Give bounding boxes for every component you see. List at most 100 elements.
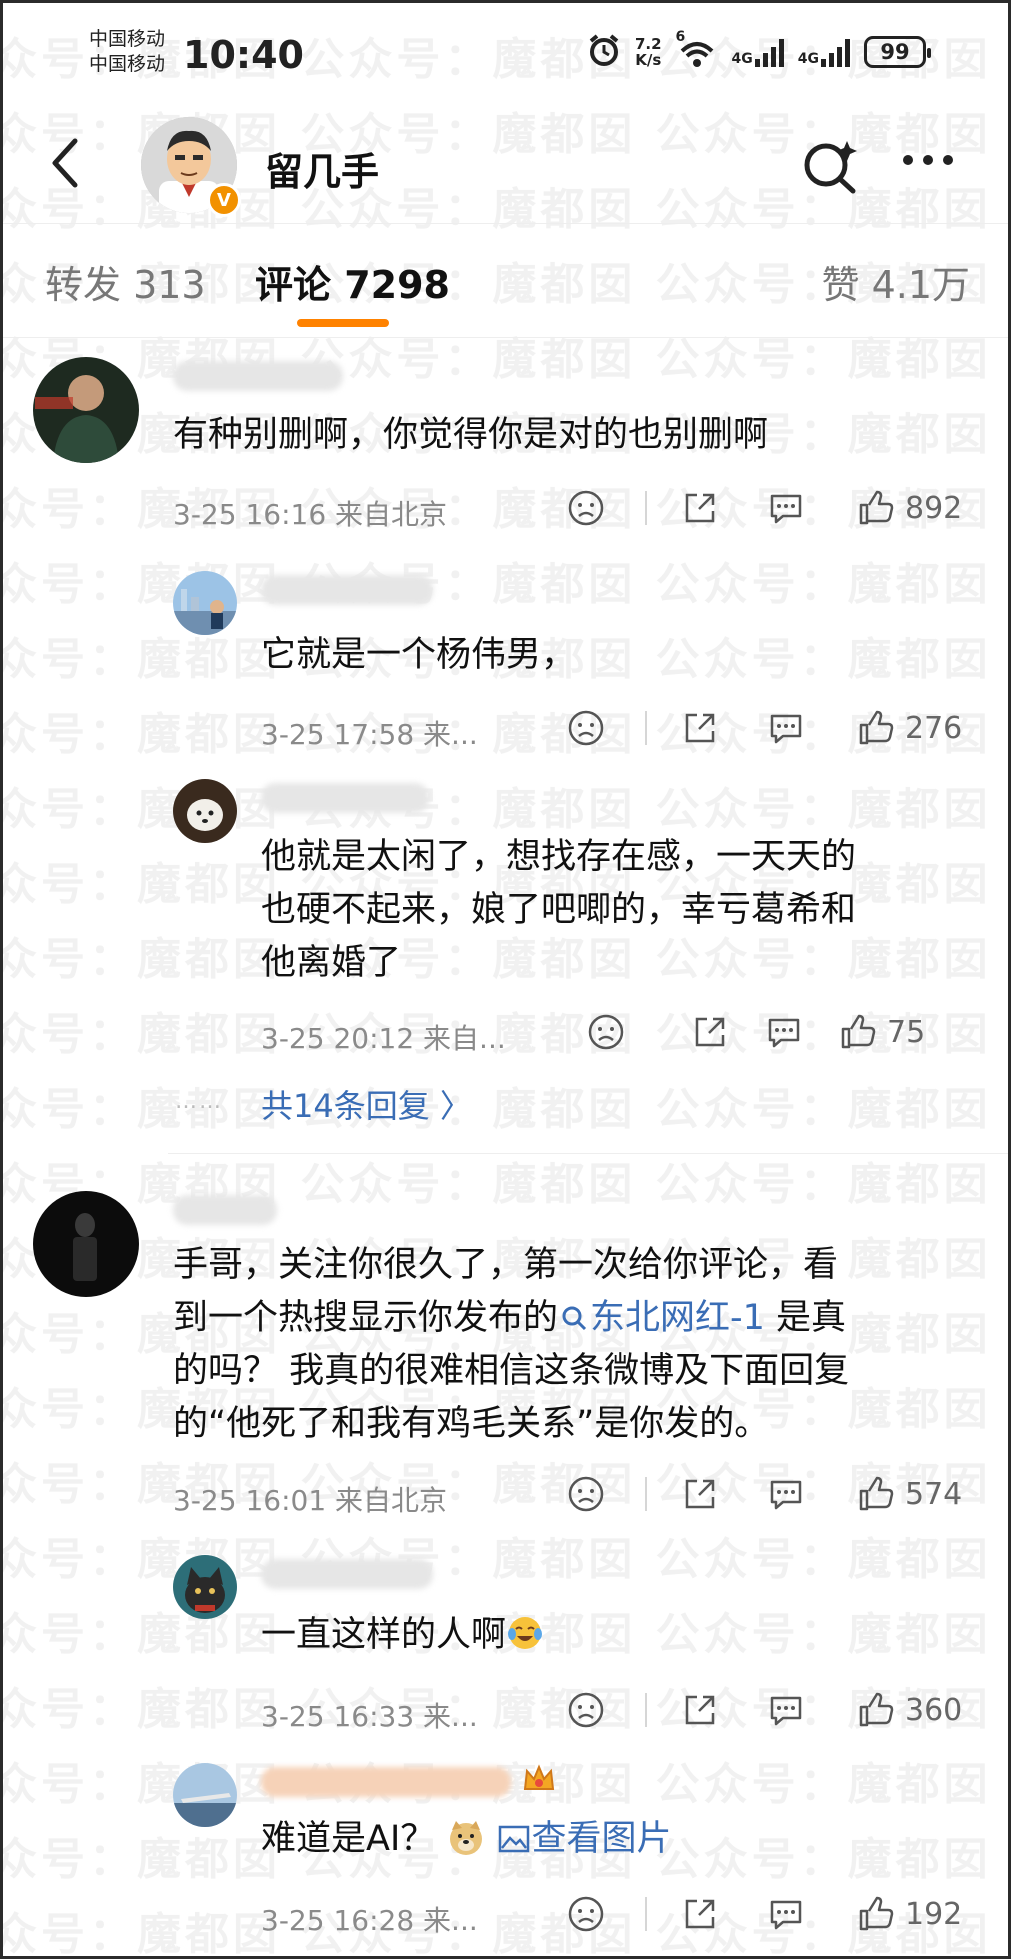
network-speed-unit: K/s — [635, 51, 662, 69]
reply-text: 难道是AI？ 查看图片 — [261, 1813, 672, 1866]
action-separator — [645, 711, 647, 745]
comment-bubble-icon — [770, 1480, 802, 1510]
reply-button[interactable] — [767, 489, 805, 527]
like-count: 75 — [887, 1014, 926, 1050]
view-more-replies-link[interactable]: 共14条回复 〉 — [261, 1081, 472, 1127]
action-separator — [645, 1897, 647, 1931]
comment-actions: 574 — [567, 1475, 962, 1513]
comment-meta: 3-25 16:01 来自北京 — [173, 1484, 448, 1517]
thumbs-up-icon — [859, 1692, 894, 1727]
dislike-button[interactable] — [567, 489, 605, 527]
reply-text-content: 一直这样的人啊 — [261, 1615, 507, 1655]
comment-text-line: 到一个热搜显示你发布的 东北网红-1 是真 — [173, 1292, 846, 1345]
reply-avatar[interactable] — [173, 1763, 237, 1827]
network-speed: 7.2 K/s — [635, 36, 662, 68]
search-button[interactable] — [799, 135, 861, 197]
share-button[interactable] — [681, 489, 719, 527]
dot-icon — [943, 155, 953, 165]
blurred-username — [261, 783, 429, 813]
verified-badge: V — [207, 183, 241, 217]
reply-text-line: 也硬不起来，娘了吧唧的，幸亏葛希和 — [261, 890, 857, 930]
like-count: 892 — [905, 490, 963, 526]
comment-divider — [168, 1153, 1008, 1154]
share-button[interactable] — [681, 1895, 719, 1933]
comment-bubble-icon — [770, 1696, 802, 1726]
photo-avatar-icon — [173, 779, 237, 843]
comment-text-segment: 是真 — [764, 1298, 847, 1338]
reply-button[interactable] — [767, 1895, 805, 1933]
reply-button[interactable] — [767, 1691, 805, 1729]
reply-avatar[interactable] — [173, 779, 237, 843]
signal-1-label: 4G — [731, 51, 753, 67]
reply-actions: 276 — [567, 709, 962, 747]
dislike-button[interactable] — [587, 1013, 625, 1051]
like-button[interactable] — [857, 1895, 895, 1933]
reply-meta: 3-25 17:58 来... — [261, 718, 478, 751]
like-button[interactable] — [839, 1013, 877, 1051]
crown-badge-icon — [519, 1759, 559, 1803]
reply-text: 它就是一个杨伟男， — [261, 635, 577, 675]
hot-search-link[interactable]: 东北网红-1 — [558, 1298, 765, 1338]
blurred-username — [173, 361, 343, 391]
image-icon — [498, 1825, 529, 1853]
dislike-button[interactable] — [567, 709, 605, 747]
reply-avatar[interactable] — [173, 571, 237, 635]
comment-text-segment: 到一个热搜显示你发布的 — [173, 1298, 559, 1338]
reply-meta: 3-25 16:33 来... — [261, 1700, 478, 1733]
dislike-button[interactable] — [567, 1475, 605, 1513]
commenter-avatar[interactable] — [33, 1191, 139, 1297]
user-avatar[interactable]: V — [141, 117, 241, 221]
like-button[interactable] — [857, 489, 895, 527]
thumbs-up-icon — [859, 490, 894, 525]
like-button[interactable] — [857, 709, 895, 747]
reply-button[interactable] — [765, 1013, 803, 1051]
carrier-1: 中国移动 — [89, 28, 166, 50]
dot-icon — [903, 155, 913, 165]
reply-button[interactable] — [767, 709, 805, 747]
reply-text-line: 他离婚了 — [261, 943, 402, 983]
share-button[interactable] — [691, 1013, 729, 1051]
blurred-username — [173, 1195, 277, 1225]
dislike-button[interactable] — [567, 1691, 605, 1729]
more-options-button[interactable] — [903, 155, 953, 165]
view-image-link[interactable]: 查看图片 — [498, 1819, 672, 1859]
watermark-text: 众号：魔都囡 公众号：魔都囡 公众号：魔都囡 公众号：魔都囡 — [0, 1159, 1008, 1210]
watermark-text: 众号：魔都囡 公众号：魔都囡 公众号：魔都囡 公众号：魔都囡 — [0, 1084, 1008, 1135]
blurred-username — [261, 1767, 511, 1797]
tab-reposts[interactable]: 转发 313 — [45, 254, 206, 309]
screen-frame: 众号：魔都囡 公众号：魔都囡 公众号：魔都囡 公众号：魔都囡 众号：魔都囡 公众… — [0, 0, 1011, 1959]
share-icon — [685, 713, 715, 743]
reply-text-line: 他就是太闲了，想找存在感，一天天的 — [261, 837, 857, 877]
comment-bubble-icon — [770, 1900, 802, 1930]
active-tab-indicator — [297, 319, 389, 327]
share-icon — [695, 1017, 725, 1047]
share-button[interactable] — [681, 1475, 719, 1513]
blurred-username — [261, 575, 433, 605]
share-icon — [685, 1899, 715, 1929]
share-button[interactable] — [681, 1691, 719, 1729]
sad-face-icon — [568, 1896, 604, 1932]
profile-username[interactable]: 留几手 — [265, 141, 379, 196]
photo-avatar-icon — [33, 357, 139, 463]
thumbs-up-icon — [859, 1896, 894, 1931]
photo-avatar-icon — [173, 571, 237, 635]
reply-button[interactable] — [767, 1475, 805, 1513]
photo-avatar-icon — [173, 1763, 237, 1827]
like-button[interactable] — [857, 1475, 895, 1513]
tab-likes[interactable]: 赞 4.1万 — [821, 254, 970, 309]
share-button[interactable] — [681, 709, 719, 747]
doge-emoji-icon — [450, 1821, 483, 1855]
like-count: 574 — [905, 1476, 963, 1512]
reply-avatar[interactable] — [173, 1555, 237, 1619]
dislike-button[interactable] — [567, 1895, 605, 1933]
reply-meta: 3-25 16:28 来... — [261, 1904, 478, 1937]
thumbs-up-icon — [859, 710, 894, 745]
like-button[interactable] — [857, 1691, 895, 1729]
carrier-info: 中国移动 中国移动 — [89, 27, 165, 77]
tab-comments[interactable]: 评论 7298 — [255, 254, 450, 309]
comment-text-line: 的吗？ 我真的很难相信这条微博及下面回复 — [173, 1351, 850, 1391]
commenter-avatar[interactable] — [33, 357, 139, 463]
replies-dots: …… — [175, 1089, 223, 1114]
back-button[interactable] — [43, 133, 87, 193]
action-separator — [645, 491, 647, 525]
